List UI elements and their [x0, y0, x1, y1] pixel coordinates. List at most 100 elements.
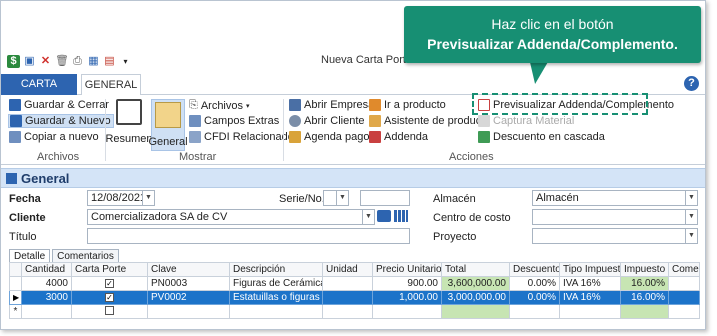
resumen-button[interactable]: Resumen — [105, 99, 153, 145]
guardar-nuevo-button[interactable]: Guardar & Nuevo — [8, 114, 114, 128]
cell-clave[interactable]: PV0002 — [147, 290, 230, 305]
tab-carta-porte[interactable]: CARTA PORTE — [1, 74, 77, 111]
cell-tipo-impuesto[interactable]: IVA 16% — [559, 290, 621, 305]
new-row-indicator[interactable]: * — [9, 304, 22, 319]
table-row[interactable]: ▶ 3000 ✓ PV0002 Estatuillas o figuras ..… — [9, 290, 700, 305]
cell-tipo-impuesto[interactable] — [559, 304, 621, 319]
cell-unidad[interactable] — [322, 290, 373, 305]
cell-clave[interactable] — [147, 304, 230, 319]
row-indicator[interactable] — [9, 276, 22, 291]
cell-comentario[interactable] — [668, 304, 700, 319]
cell-descuento[interactable]: 0.00% — [509, 290, 560, 305]
cell-comentario[interactable] — [668, 290, 700, 305]
cell-cantidad[interactable] — [21, 304, 72, 319]
print-icon[interactable]: ⎙ — [71, 55, 84, 68]
serie-field[interactable]: ▼ — [323, 190, 349, 206]
new-row[interactable]: * — [9, 304, 700, 319]
cell-tipo-impuesto[interactable]: IVA 16% — [559, 276, 621, 291]
cell-precio[interactable]: 1,000.00 — [372, 290, 442, 305]
cliente-field[interactable]: Comercializadora SA de CV ▼ — [87, 209, 375, 225]
column-header[interactable]: Clave — [147, 262, 230, 277]
column-header[interactable]: Carta Porte — [71, 262, 148, 277]
captura-material-button[interactable]: Captura Material — [478, 115, 574, 127]
column-header[interactable]: Descripción — [229, 262, 323, 277]
proyecto-field[interactable]: ▼ — [532, 228, 698, 244]
chevron-down-icon[interactable]: ▼ — [685, 191, 697, 205]
archivos-button[interactable]: ⎘ Archivos ▾ — [189, 99, 250, 112]
cell-carta-porte[interactable]: ✓ — [71, 276, 148, 291]
abrir-empresa-button[interactable]: Abrir Empresa — [289, 99, 374, 111]
save-icon[interactable]: ▣ — [23, 55, 36, 68]
chevron-down-icon[interactable]: ▼ — [685, 229, 697, 243]
copiar-nuevo-button[interactable]: Copiar a nuevo — [9, 131, 99, 143]
agenda-pagos-button[interactable]: Agenda pagos — [289, 131, 375, 143]
asistente-producto-button[interactable]: Asistente de producto — [369, 115, 490, 127]
cell-cantidad[interactable]: 4000 — [21, 276, 72, 291]
checkbox[interactable]: ✓ — [105, 279, 114, 288]
cell-descripcion[interactable] — [229, 304, 323, 319]
checkbox[interactable] — [105, 305, 114, 315]
document-icon — [155, 102, 181, 128]
delete-icon[interactable]: 🗑 — [55, 55, 69, 68]
cell-carta-porte[interactable]: ✓ — [71, 290, 148, 305]
almacen-field[interactable]: Almacén ▼ — [532, 190, 698, 206]
close-red-icon[interactable]: ✕ — [39, 55, 52, 68]
cell-descripcion[interactable]: Figuras de Cerámica ... — [229, 276, 323, 291]
preview-icon[interactable]: ▦ — [87, 55, 100, 68]
abrir-cliente-label: Abrir Cliente — [304, 115, 365, 127]
cell-total: 3,000,000.00 — [441, 290, 510, 305]
cell-descuento[interactable] — [509, 304, 560, 319]
cell-cantidad[interactable]: 3000 — [21, 290, 72, 305]
column-header[interactable]: Impuesto — [620, 262, 669, 277]
cell-descripcion[interactable]: Estatuillas o figuras ... — [229, 290, 323, 305]
copy-icon — [9, 131, 21, 143]
help-icon[interactable]: ? — [684, 76, 699, 91]
column-header[interactable]: Comentar — [668, 262, 700, 277]
table-row[interactable]: 4000 ✓ PN0003 Figuras de Cerámica ... 90… — [9, 276, 700, 291]
chevron-down-icon[interactable]: ▼ — [142, 191, 154, 205]
column-header[interactable]: Tipo Impuesto — [559, 262, 621, 277]
customize-toolbar-icon[interactable]: ▾ — [119, 55, 132, 68]
descuento-cascada-button[interactable]: Descuento en cascada — [478, 131, 605, 143]
material-icon — [478, 115, 490, 127]
chevron-down-icon[interactable]: ▼ — [336, 191, 348, 205]
checkbox[interactable]: ✓ — [105, 293, 114, 302]
column-header[interactable]: Total — [441, 262, 510, 277]
column-header[interactable]: Precio Unitario — [372, 262, 442, 277]
cell-unidad[interactable] — [322, 304, 373, 319]
cell-precio[interactable]: 900.00 — [372, 276, 442, 291]
general-button[interactable]: General — [148, 99, 188, 151]
export-icon[interactable]: ▤ — [103, 55, 116, 68]
cell-precio[interactable] — [372, 304, 442, 319]
campos-extras-label: Campos Extras — [204, 115, 280, 127]
ribbon-tabs: CARTA PORTE GENERAL ? — [1, 74, 705, 111]
cell-unidad[interactable] — [322, 276, 373, 291]
fecha-field[interactable]: 12/08/2021 ▼ — [87, 190, 155, 206]
titulo-field[interactable] — [87, 228, 410, 244]
fecha-value: 12/08/2021 — [91, 192, 147, 204]
truck-icon[interactable] — [377, 210, 391, 222]
chevron-down-icon[interactable]: ▼ — [362, 210, 374, 224]
addenda-button[interactable]: Addenda — [369, 131, 428, 143]
cell-carta-porte[interactable] — [71, 304, 148, 319]
cliente-value: Comercializadora SA de CV — [91, 211, 228, 223]
cell-clave[interactable]: PN0003 — [147, 276, 230, 291]
column-header[interactable]: Descuento — [509, 262, 560, 277]
column-header[interactable]: Unidad — [322, 262, 373, 277]
tab-general[interactable]: GENERAL — [81, 74, 141, 96]
centro-costo-field[interactable]: ▼ — [532, 209, 698, 225]
current-row-indicator[interactable]: ▶ — [9, 290, 22, 305]
guardar-cerrar-button[interactable]: Guardar & Cerrar — [9, 99, 109, 111]
abrir-cliente-button[interactable]: Abrir Cliente — [289, 115, 365, 127]
general-label: General — [148, 136, 188, 148]
ir-producto-button[interactable]: Ir a producto — [369, 99, 446, 111]
grid-icon[interactable] — [394, 210, 408, 222]
campos-extras-button[interactable]: Campos Extras — [189, 115, 279, 127]
tab-detalle[interactable]: Detalle — [9, 249, 51, 263]
numero-field[interactable] — [360, 190, 410, 206]
cell-descuento[interactable]: 0.00% — [509, 276, 560, 291]
cell-comentario[interactable] — [668, 276, 700, 291]
column-header[interactable]: Cantidad — [21, 262, 72, 277]
tab-comentarios[interactable]: Comentarios — [52, 249, 119, 263]
chevron-down-icon[interactable]: ▼ — [685, 210, 697, 224]
